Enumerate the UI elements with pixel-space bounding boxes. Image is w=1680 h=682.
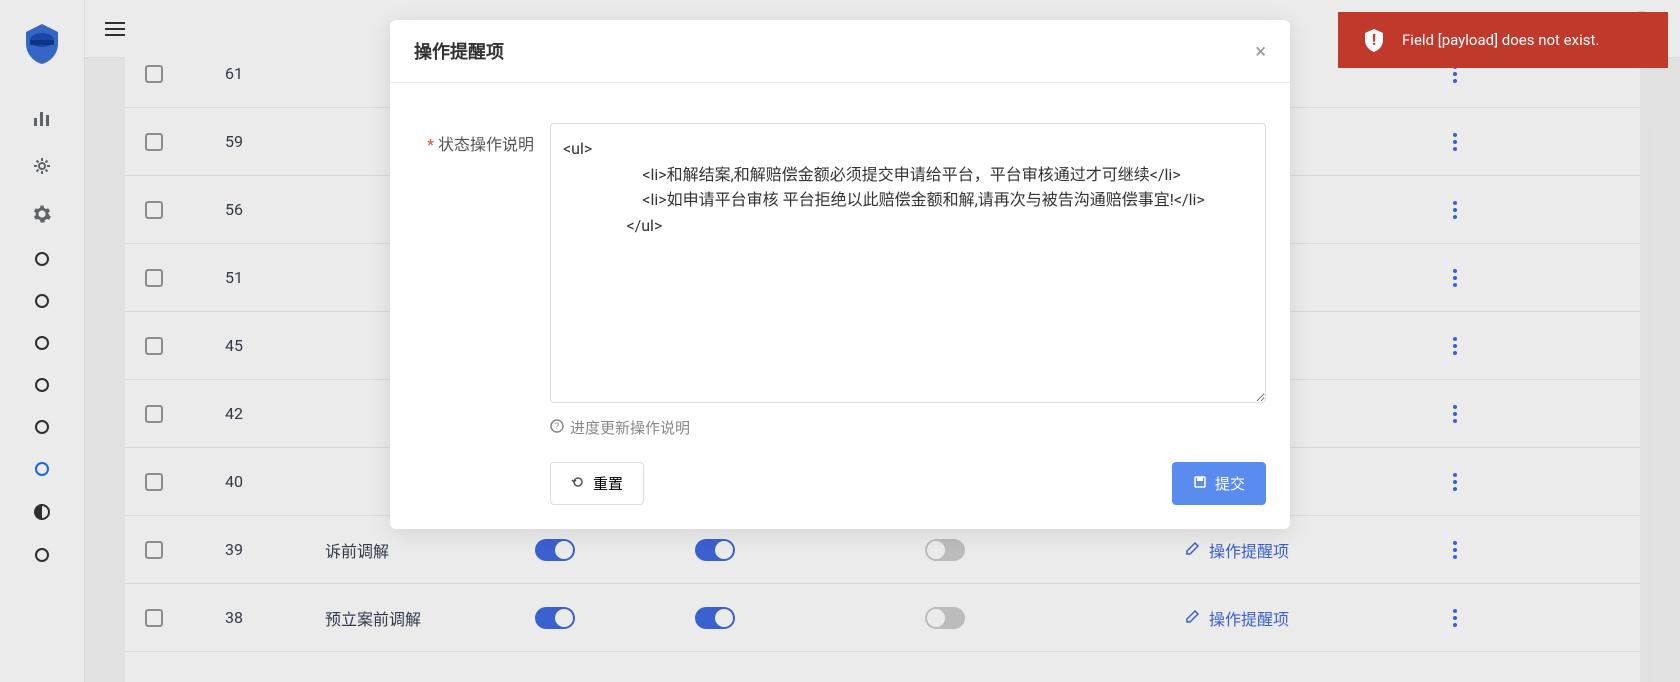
modal-title: 操作提醒项 [414,38,504,64]
undo-icon [571,475,585,493]
close-icon[interactable]: × [1255,39,1266,63]
alert-message: Field [payload] does not exist. [1402,31,1599,49]
modal-header: 操作提醒项 × [390,20,1290,83]
submit-button[interactable]: 提交 [1172,462,1266,505]
modal: 操作提醒项 × *状态操作说明 ? 进度更新操作说明 重置 [390,20,1290,529]
form-label: *状态操作说明 [414,123,534,438]
description-textarea[interactable] [550,123,1266,403]
save-icon [1193,475,1207,493]
modal-body: *状态操作说明 ? 进度更新操作说明 [390,83,1290,462]
help-text: ? 进度更新操作说明 [550,417,1266,438]
reset-button[interactable]: 重置 [550,462,644,505]
error-alert: ! Field [payload] does not exist. [1338,12,1668,68]
info-icon: ? [550,419,564,437]
svg-text:!: ! [1372,30,1376,49]
modal-footer: 重置 提交 [526,462,1290,529]
shield-warning-icon: ! [1360,26,1388,54]
svg-text:?: ? [555,422,559,432]
